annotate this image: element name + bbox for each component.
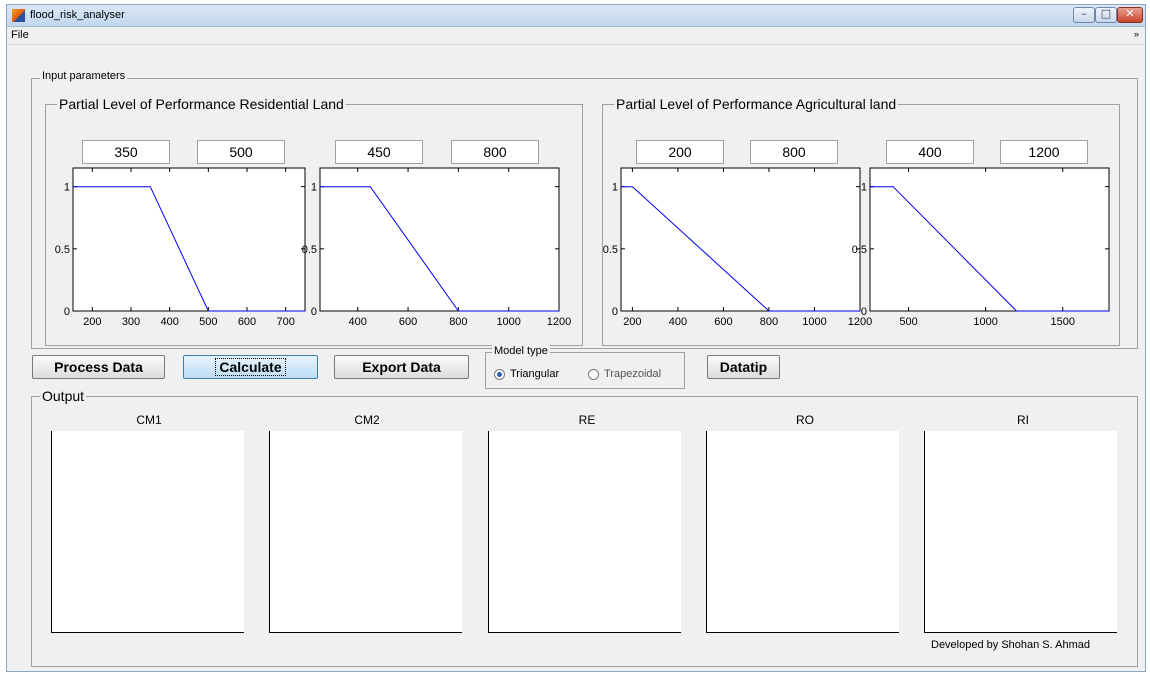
x-tick-label: 200 [623,316,641,328]
ri-plot [924,431,1117,633]
calculate-button-label: Calculate [215,358,286,376]
x-tick-label: 400 [160,316,178,328]
export-data-button[interactable]: Export Data [334,355,469,379]
radio-checked-icon [494,368,505,380]
model-type-title: Model type [492,345,550,357]
cm1-plot [51,431,244,633]
x-tick-label: 1500 [1050,316,1074,328]
y-tick-label: 0.5 [55,244,70,256]
x-tick-label: 800 [449,316,467,328]
y-tick-label: 0 [612,306,618,318]
y-tick-label: 0.5 [603,244,618,256]
y-tick-label: 1 [612,182,618,194]
ro-label: RO [796,413,814,427]
chart-4-series-line [870,186,1109,312]
chart-3-frame [620,167,861,312]
cm2-plot [269,431,462,633]
app-window: flood_risk_analyser – □ ✕ File » Input p… [6,4,1146,672]
process-data-button[interactable]: Process Data [32,355,165,379]
cm2-label: CM2 [354,413,380,427]
ri-label: RI [1017,413,1029,427]
cm1-label: CM1 [136,413,162,427]
x-tick-label: 600 [399,316,417,328]
x-tick-label: 600 [714,316,732,328]
chart-2-series-line [320,186,559,312]
calculate-button[interactable]: Calculate [183,355,318,379]
y-tick-label: 0 [311,306,317,318]
x-tick-label: 1000 [802,316,826,328]
datatip-button[interactable]: Datatip [707,355,780,379]
y-tick-label: 1 [861,182,867,194]
re-label: RE [578,413,596,427]
trapezoidal-label: Trapezoidal [604,368,662,380]
x-tick-label: 600 [238,316,256,328]
x-tick-label: 1000 [496,316,520,328]
x-tick-label: 500 [899,316,917,328]
x-tick-label: 700 [276,316,294,328]
triangular-label: Triangular [510,368,560,380]
chart-3-series-line [621,186,860,312]
triangular-radio[interactable]: Triangular [494,368,559,380]
x-tick-label: 200 [83,316,101,328]
y-tick-label: 1 [64,182,70,194]
x-tick-label: 500 [199,316,217,328]
trapezoidal-radio[interactable]: Trapezoidal [588,368,661,380]
output-title: Output [40,388,87,404]
chart-1-series-line [73,186,305,312]
x-tick-label: 400 [669,316,687,328]
x-tick-label: 300 [122,316,140,328]
chart-2-frame [319,167,560,312]
developer-credit: Developed by Shohan S. Ahmad [931,639,1091,651]
y-tick-label: 0.5 [852,244,867,256]
y-tick-label: 0 [861,306,867,318]
y-tick-label: 1 [311,182,317,194]
radio-unchecked-icon [588,368,599,380]
chart-1-frame [72,167,306,312]
y-tick-label: 0.5 [302,244,317,256]
x-tick-label: 1200 [547,316,571,328]
x-tick-label: 1000 [973,316,997,328]
re-plot [488,431,681,633]
chart-4-frame [869,167,1110,312]
x-tick-label: 800 [760,316,778,328]
ro-plot [706,431,899,633]
x-tick-label: 400 [349,316,367,328]
y-tick-label: 0 [64,306,70,318]
